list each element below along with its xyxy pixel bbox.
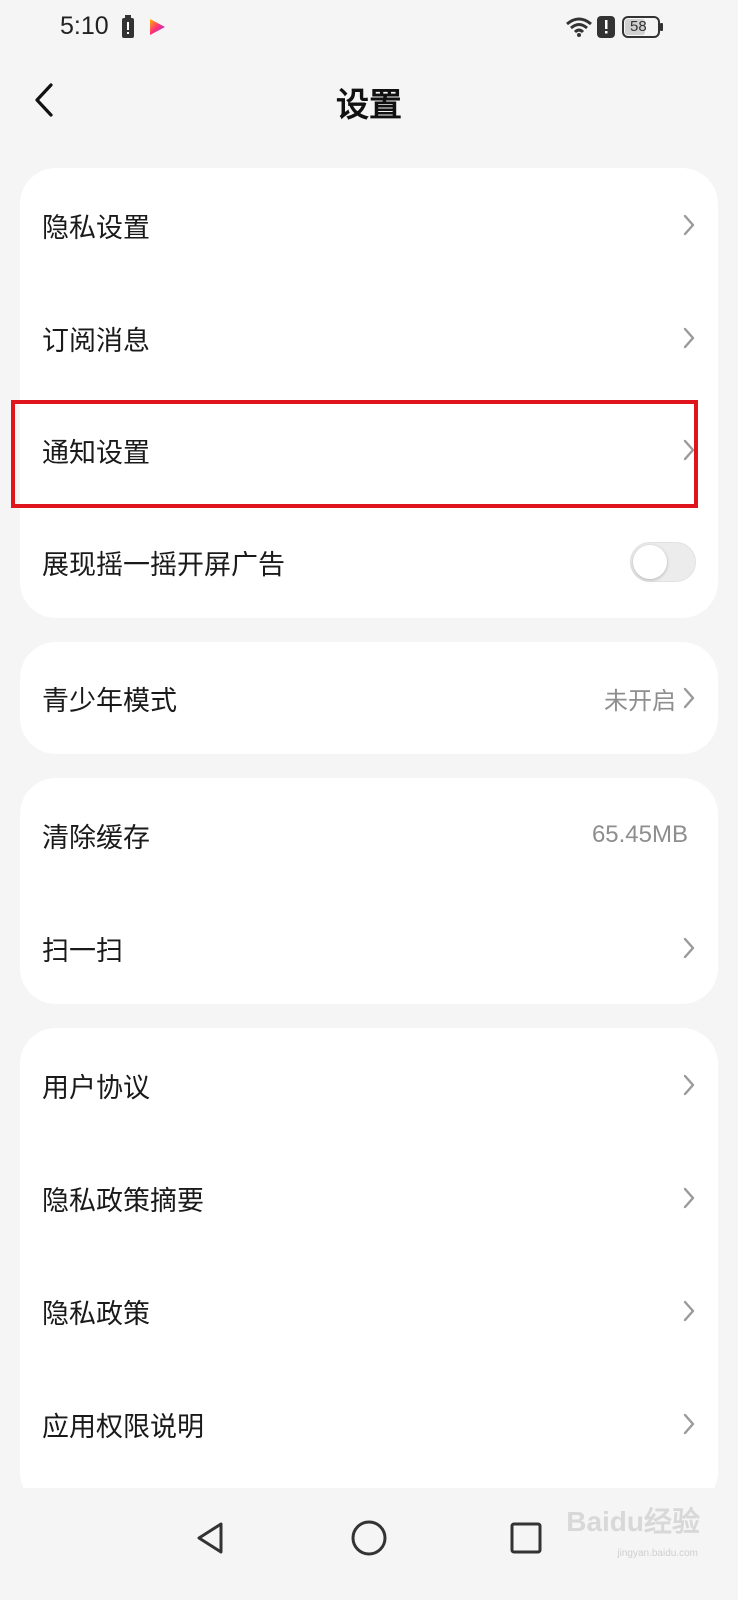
- row-user-agreement[interactable]: 用户协议: [20, 1028, 718, 1142]
- row-label: 隐私政策摘要: [42, 1185, 204, 1217]
- chevron-right-icon: [682, 438, 696, 462]
- nav-back-button[interactable]: [181, 1508, 241, 1568]
- row-scan[interactable]: 扫一扫: [20, 892, 718, 1004]
- page-title: 设置: [336, 85, 402, 124]
- row-shake-splash-ad: 展现摇一摇开屏广告: [20, 506, 718, 618]
- status-bar: 5:10 58: [0, 0, 738, 58]
- row-clear-cache[interactable]: 清除缓存 65.45MB: [20, 778, 718, 892]
- battery-alert-icon: [121, 15, 135, 43]
- chevron-right-icon: [682, 1186, 696, 1210]
- back-triangle-icon: [181, 1522, 241, 1572]
- nav-home-button[interactable]: [339, 1508, 399, 1568]
- chevron-right-icon: [682, 1073, 696, 1097]
- status-time: 5:10: [60, 12, 109, 40]
- row-label: 清除缓存: [42, 822, 150, 854]
- row-privacy-summary[interactable]: 隐私政策摘要: [20, 1142, 718, 1254]
- home-circle-icon: [339, 1520, 399, 1572]
- row-label: 订阅消息: [42, 325, 150, 357]
- chevron-right-icon: [682, 1299, 696, 1323]
- video-app-icon: [147, 17, 167, 41]
- recents-square-icon: [496, 1522, 556, 1572]
- row-label: 展现摇一摇开屏广告: [42, 549, 285, 581]
- baidu-watermark-url: jingyan.baidu.com: [617, 1548, 698, 1559]
- chevron-right-icon: [682, 326, 696, 350]
- battery-level: 58: [630, 18, 647, 35]
- row-label: 用户协议: [42, 1072, 150, 1104]
- row-label: 通知设置: [42, 437, 150, 469]
- row-label: 青少年模式: [42, 685, 177, 717]
- chevron-right-icon: [682, 1412, 696, 1436]
- row-value: 未开启: [604, 687, 676, 715]
- baidu-watermark: Baidu经验: [566, 1506, 700, 1537]
- shake-ad-toggle[interactable]: [630, 542, 696, 582]
- chevron-right-icon: [682, 936, 696, 960]
- chevron-right-icon: [682, 686, 696, 710]
- header: 设置: [0, 58, 738, 146]
- wifi-icon: [565, 16, 593, 42]
- cache-size: 65.45MB: [591, 821, 688, 848]
- row-label: 隐私设置: [42, 212, 150, 244]
- row-subscription-messages[interactable]: 订阅消息: [20, 282, 718, 394]
- row-app-permissions[interactable]: 应用权限说明: [20, 1368, 718, 1480]
- settings-card-youth: 青少年模式 未开启: [20, 642, 718, 754]
- row-label: 隐私政策: [42, 1298, 150, 1330]
- nav-recents-button[interactable]: [496, 1508, 556, 1568]
- settings-card-legal: 用户协议 隐私政策摘要 隐私政策 应用权限说明: [20, 1028, 718, 1508]
- chevron-right-icon: [682, 213, 696, 237]
- row-privacy-settings[interactable]: 隐私设置: [20, 168, 718, 282]
- settings-card-general: 隐私设置 订阅消息 通知设置 展现摇一摇开屏广告: [20, 168, 718, 618]
- row-label: 扫一扫: [42, 935, 123, 967]
- toggle-knob: [633, 545, 667, 579]
- row-youth-mode[interactable]: 青少年模式 未开启: [20, 642, 718, 754]
- row-privacy-policy[interactable]: 隐私政策: [20, 1254, 718, 1368]
- alert-icon: [597, 16, 615, 42]
- row-label: 应用权限说明: [42, 1411, 204, 1443]
- row-notification-settings[interactable]: 通知设置: [20, 394, 718, 506]
- settings-card-tools: 清除缓存 65.45MB 扫一扫: [20, 778, 718, 1004]
